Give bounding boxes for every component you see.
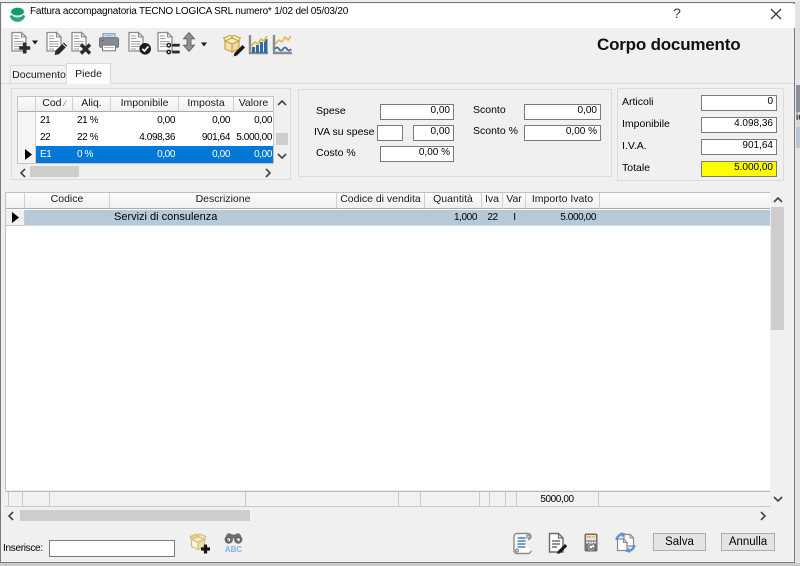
svg-text:ABC: ABC — [225, 545, 243, 554]
